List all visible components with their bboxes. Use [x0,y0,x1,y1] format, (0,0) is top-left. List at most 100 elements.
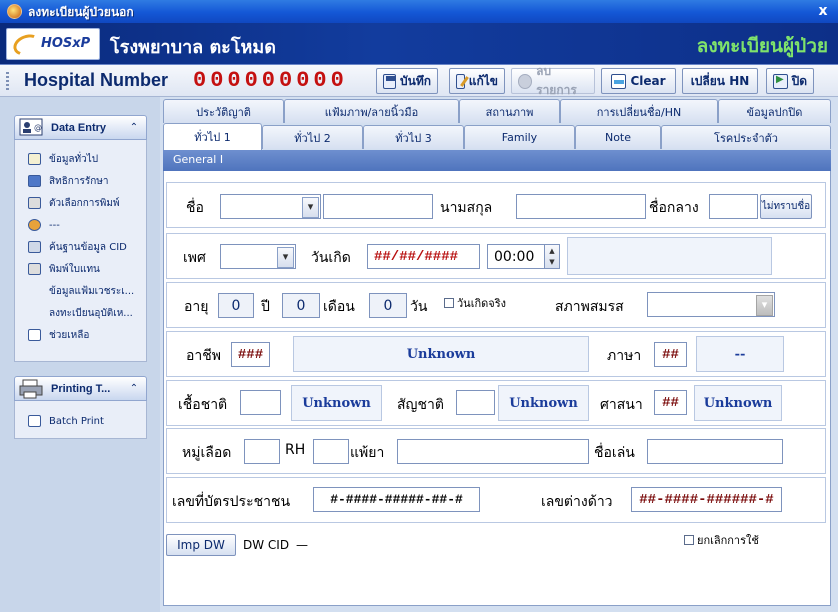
tab-name-hn-change[interactable]: การเปลี่ยนชื่อ/HN [560,99,718,123]
hosxp-logo: HOSxP [6,28,100,60]
exit-icon [773,73,788,89]
imp-dw-button[interactable]: Imp DW [166,534,236,556]
save-icon [383,73,396,89]
printer-icon [28,263,41,275]
data-entry-panel-header[interactable]: @ Data Entry ⌃ [14,115,147,140]
monitor-icon [28,241,41,253]
sidebar-item-cid-search[interactable]: ค้นฐานข้อมูล CID [28,238,127,256]
edit-button[interactable]: แก้ไข [449,68,505,94]
spin-down-icon[interactable]: ▼ [549,258,554,266]
sidebar-item-reprint[interactable]: พิมพ์ใบแทน [28,260,100,278]
tab-general-3[interactable]: ทั่วไป 3 [363,125,464,149]
language-label: ภาษา [607,348,642,364]
sex-label: เพศ [183,250,206,266]
close-button[interactable]: ปิด [766,68,814,94]
printer-icon [28,197,41,209]
unknown-name-button[interactable]: ไม่ทราบชื่อ [760,194,812,219]
printing-panel-header[interactable]: Printing T... ⌃ [14,376,147,401]
age-years-input[interactable]: 0 [218,293,254,318]
window-title: ลงทะเบียนผู้ป่วยนอก [28,5,134,19]
real-birthdate-checkbox[interactable]: วันเกิดจริง [444,294,506,312]
alien-id-input[interactable]: ##-####-######-# [631,487,782,512]
nationality-label: สัญชาติ [397,397,444,413]
first-name-input[interactable] [323,194,433,219]
user-card-icon: @ [19,118,45,138]
change-hn-button[interactable]: เปลี่ยน HN [682,68,758,94]
tab-status[interactable]: สถานภาพ [459,99,560,123]
sidebar-item-help[interactable]: ช่วยเหลือ [28,326,89,344]
app-icon [7,4,22,19]
language-code-input[interactable]: ## [654,342,687,367]
save-button[interactable]: บันทึก [376,68,438,94]
cid-label: เลขที่บัตรประชาชน [172,494,291,510]
birthtime-spinner[interactable]: ▲ ▼ [544,244,560,269]
tab-family[interactable]: Family [464,125,575,149]
sex-select[interactable] [220,244,296,269]
delete-button[interactable]: ลบรายการ [511,64,595,97]
sidebar-item-rights[interactable]: สิทธิการรักษา [28,172,108,190]
batch-print-icon [28,415,41,427]
sidebar-item-accident-register[interactable]: ลงทะเบียนอุบัติเห... [28,304,133,322]
tab-relatives[interactable]: ประวัติญาติ [163,99,284,123]
tab-photo-fingerprint[interactable]: แฟ้มภาพ/ลายนิ้วมือ [284,99,459,123]
bloodgroup-input[interactable] [244,439,280,464]
tab-note[interactable]: Note [575,125,661,149]
marital-select[interactable] [647,292,775,317]
age-days-input[interactable]: 0 [369,293,407,318]
logo-text: HOSxP [41,36,91,51]
days-label: วัน [410,299,428,315]
sidebar-item-separator[interactable]: --- [28,216,60,234]
allergy-label: แพ้ยา [350,445,385,461]
race-code-input[interactable] [240,390,281,415]
dw-cid-label: DW CID [243,538,290,552]
title-bar: ลงทะเบียนผู้ป่วยนอก x [0,0,838,23]
sidebar-item-print-options[interactable]: ตัวเลือกการพิมพ์ [28,194,120,212]
spin-up-icon[interactable]: ▲ [549,247,554,255]
surname-input[interactable] [516,194,646,219]
prename-select[interactable] [220,194,321,219]
cancel-use-checkbox[interactable]: ยกเลิกการใช้ [684,531,759,549]
clear-icon [611,73,627,89]
birthdate-label: วันเกิด [311,250,351,266]
middle-name-input[interactable] [709,194,758,219]
nickname-label: ชื่อเล่น [594,445,635,461]
toolbar-grip[interactable] [6,72,9,90]
delete-icon [518,73,533,89]
religion-code-input[interactable]: ## [654,390,687,415]
birthdate-input[interactable]: ##/##/#### [367,244,480,269]
toolbar: Hospital Number 000000000 บันทึก แก้ไข ล… [0,64,838,97]
cid-input[interactable]: #-####-#####-##-# [313,487,480,512]
surname-label: นามสกุล [440,200,493,216]
module-title: ลงทะเบียนผู้ป่วย [696,35,828,57]
language-name: -- [696,336,784,372]
sidebar-item-medical-record[interactable]: ข้อมูลแฟ้มเวชระเ... [28,282,134,300]
sidebar-item-general[interactable]: ข้อมูลทั่วไป [28,150,98,168]
rh-input[interactable] [313,439,349,464]
rh-label: RH [285,442,306,458]
marital-label: สภาพสมรส [555,299,624,315]
bloodgroup-label: หมู่เลือด [182,445,232,461]
collapse-chevron-icon[interactable]: ⌃ [126,383,142,394]
nationality-code-input[interactable] [456,390,495,415]
occupation-name: Unknown [293,336,589,372]
book-icon [28,153,41,165]
name-label: ชื่อ [186,200,204,216]
close-icon[interactable]: x [814,2,832,20]
age-months-input[interactable]: 0 [282,293,320,318]
collapse-chevron-icon[interactable]: ⌃ [126,122,142,133]
allergy-input[interactable] [397,439,589,464]
occupation-code-input[interactable]: ### [231,342,270,367]
rights-icon [28,175,41,187]
tab-hidden-info[interactable]: ข้อมูลปกปิด [718,99,831,123]
tab-general-2[interactable]: ทั่วไป 2 [262,125,363,149]
nickname-input[interactable] [647,439,783,464]
hn-label: Hospital Number [24,70,169,90]
hospital-banner: HOSxP โรงพยาบาล ตะโหมด ลงทะเบียนผู้ป่วย [0,23,838,65]
race-name: Unknown [291,385,382,421]
sidebar-item-batch-print[interactable]: Batch Print [28,412,104,430]
tab-chronic-disease[interactable]: โรคประจำตัว [661,125,831,149]
tab-general-1[interactable]: ทั่วไป 1 [163,123,262,150]
clear-button[interactable]: Clear [601,68,676,94]
middle-name-label: ชื่อกลาง [649,200,699,216]
birthtime-input[interactable]: 00:00 [487,244,545,269]
